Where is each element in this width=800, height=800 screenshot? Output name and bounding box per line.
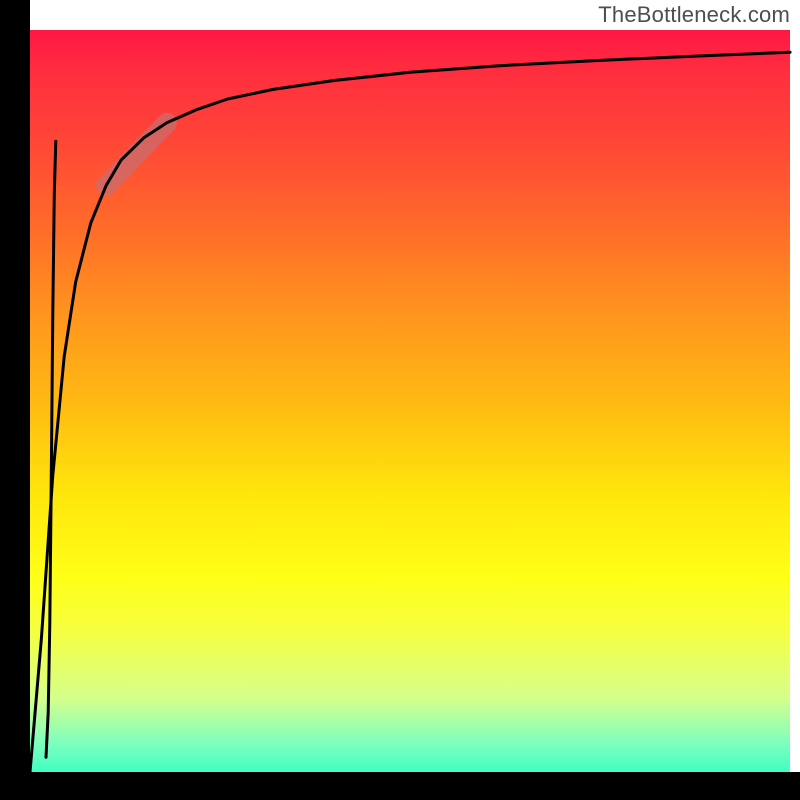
x-axis	[0, 772, 800, 800]
y-axis	[0, 0, 30, 780]
attribution-label: TheBottleneck.com	[598, 2, 790, 28]
chart-canvas: TheBottleneck.com	[0, 0, 800, 800]
plot-area	[30, 30, 790, 780]
